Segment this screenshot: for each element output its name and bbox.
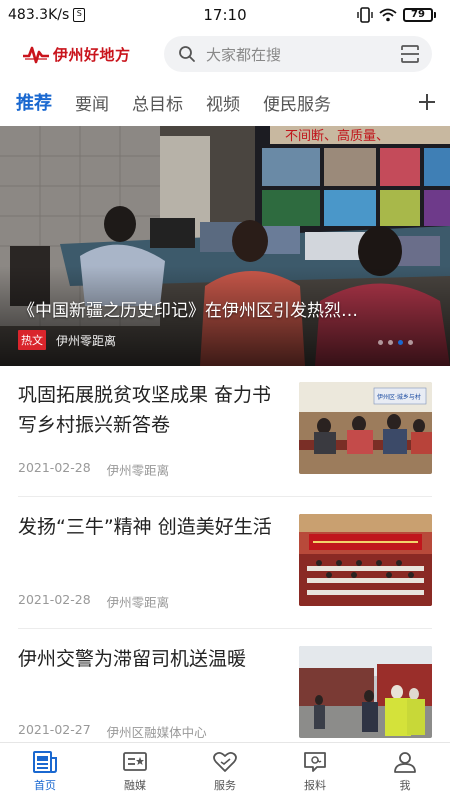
tab-headlines[interactable]: 要闻 (75, 90, 109, 115)
add-channel-icon[interactable] (418, 93, 436, 111)
wifi-icon (379, 8, 397, 22)
nav-label: 融媒 (124, 779, 146, 792)
banner-text: 不间断、高质量、 (285, 128, 389, 144)
news-date: 2021-02-28 (18, 460, 91, 475)
hero-meta: 热文 伊州零距离 (18, 330, 116, 350)
carousel-dot-active[interactable] (398, 340, 403, 345)
bottom-nav: 首页 融媒 服务 报料 我 (0, 742, 450, 800)
news-thumbnail (299, 514, 432, 606)
news-title: 巩固拓展脱贫攻坚成果 奋力书写乡村振兴新答卷 (18, 384, 272, 436)
tab-video[interactable]: 视频 (206, 90, 240, 115)
media-icon (123, 752, 147, 771)
logo-text: 伊州好地方 (53, 45, 131, 64)
logo-mark-icon (23, 46, 49, 64)
tab-recommend[interactable]: 推荐 (16, 89, 52, 115)
hero-source: 伊州零距离 (56, 333, 117, 348)
carousel-dot[interactable] (408, 340, 413, 345)
nav-label: 报料 (304, 779, 326, 792)
search-icon (179, 46, 195, 62)
status-right: 79 (357, 7, 436, 23)
thumb-sign-text: 伊州区·城乡与村 (377, 393, 421, 401)
status-time: 17:10 (203, 6, 247, 24)
nav-service[interactable]: 服务 (180, 743, 270, 800)
sim-icon: S (73, 8, 86, 22)
news-date: 2021-02-27 (18, 722, 91, 737)
news-item[interactable]: 巩固拓展脱贫攻坚成果 奋力书写乡村振兴新答卷 2021-02-28 伊州零距离 … (18, 380, 432, 500)
status-bar: 483.3K/s S 17:10 79 (0, 0, 450, 30)
tab-add-area (390, 82, 450, 122)
news-title: 发扬“三牛”精神 创造美好生活 (18, 516, 272, 538)
news-source: 伊州零距离 (106, 595, 170, 610)
search-bar[interactable]: 大家都在搜 (164, 36, 432, 72)
tab-public-service[interactable]: 便民服务 (263, 90, 331, 115)
scan-icon[interactable] (400, 44, 420, 64)
carousel-dot[interactable] (388, 340, 393, 345)
search-placeholder: 大家都在搜 (206, 45, 282, 64)
news-meta: 2021-02-28 伊州零距离 (18, 460, 169, 479)
user-icon (394, 752, 416, 773)
vibrate-icon (357, 7, 373, 23)
tab-general-goal[interactable]: 总目标 (132, 90, 183, 115)
battery-level: 79 (403, 8, 433, 22)
nav-home[interactable]: 首页 (0, 743, 90, 800)
home-news-icon (33, 751, 57, 773)
divider (18, 628, 432, 629)
channel-tabs: 推荐 要闻 总目标 视频 便民服务 (0, 82, 450, 122)
news-source: 伊州区融媒体中心 (106, 725, 207, 740)
divider (18, 496, 432, 497)
nav-report[interactable]: 报料 (270, 743, 360, 800)
news-date: 2021-02-28 (18, 592, 91, 607)
carousel-dot[interactable] (378, 340, 383, 345)
news-title: 伊州交警为滞留司机送温暖 (18, 648, 247, 670)
nav-label: 首页 (34, 779, 56, 792)
news-source: 伊州零距离 (106, 463, 170, 478)
hero-title[interactable]: 《中国新疆之历史印记》在伊州区引发热烈… (18, 296, 433, 321)
news-meta: 2021-02-27 伊州区融媒体中心 (18, 722, 207, 741)
news-thumbnail: 伊州区·城乡与村 (299, 382, 432, 474)
battery-icon: 79 (403, 8, 436, 22)
news-meta: 2021-02-28 伊州零距离 (18, 592, 169, 611)
app-logo[interactable]: 伊州好地方 (22, 43, 152, 65)
hot-badge: 热文 (18, 330, 46, 350)
status-left: 483.3K/s S (8, 7, 86, 23)
app-header: 伊州好地方 大家都在搜 (0, 34, 450, 74)
nav-me[interactable]: 我 (360, 743, 450, 800)
nav-label: 服务 (214, 779, 236, 792)
news-thumbnail (299, 646, 432, 738)
news-item[interactable]: 发扬“三牛”精神 创造美好生活 2021-02-28 伊州零距离 (18, 512, 432, 632)
report-icon (304, 752, 326, 772)
network-speed: 483.3K/s (8, 7, 70, 23)
carousel-dots (378, 340, 413, 345)
nav-media[interactable]: 融媒 (90, 743, 180, 800)
heart-service-icon (213, 751, 237, 772)
nav-label: 我 (399, 779, 411, 792)
